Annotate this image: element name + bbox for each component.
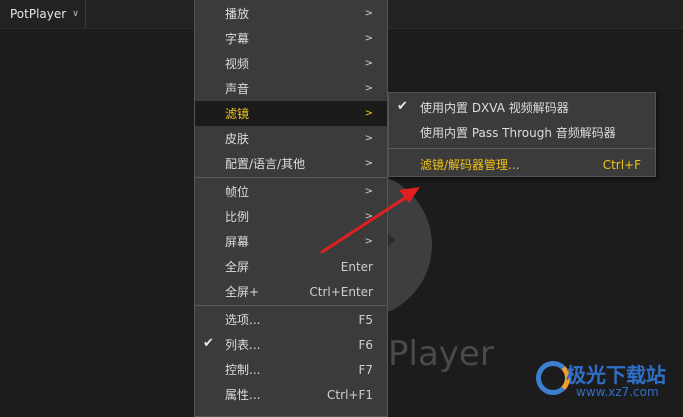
menu-item-audio[interactable]: 声音 >: [195, 76, 387, 101]
submenu-arrow-icon: >: [364, 236, 373, 247]
menu-item-label: 列表...: [225, 338, 261, 352]
app-title: PotPlayer: [10, 7, 67, 21]
menu-item-skin[interactable]: 皮肤 >: [195, 126, 387, 151]
menu-item-label: 字幕: [225, 32, 250, 46]
filter-submenu: ✔ 使用内置 DXVA 视频解码器 使用内置 Pass Through 音频解码…: [388, 92, 656, 177]
menu-item-label: 配置/语言/其他: [225, 157, 306, 171]
menu-item-playlist[interactable]: ✔ 列表... F6: [195, 332, 387, 357]
shortcut-label: Ctrl+F1: [327, 387, 373, 402]
submenu-arrow-icon: >: [364, 58, 373, 69]
menu-item-control[interactable]: 控制... F7: [195, 357, 387, 382]
menu-item-label: 皮肤: [225, 132, 250, 146]
swirl-logo-icon: [536, 361, 570, 395]
menu-item-label: 全屏+: [225, 285, 260, 299]
submenu-arrow-icon: >: [364, 186, 373, 197]
checkmark-icon: ✔: [397, 99, 408, 114]
menu-divider: [389, 148, 655, 149]
menu-item-video[interactable]: 视频 >: [195, 51, 387, 76]
menu-item-label: 比例: [225, 210, 250, 224]
checkmark-icon: ✔: [203, 336, 214, 351]
menu-item-play[interactable]: 播放 >: [195, 1, 387, 26]
site-watermark: 极光下载站 www.xz7.com: [536, 357, 676, 407]
menu-item-subtitle[interactable]: 字幕 >: [195, 26, 387, 51]
menu-item-label: 声音: [225, 82, 250, 96]
menu-divider: [195, 305, 387, 306]
menu-item-label: 选项...: [225, 313, 261, 327]
submenu-arrow-icon: >: [364, 133, 373, 144]
watermark-brand: 极光下载站: [566, 363, 666, 387]
shortcut-label: Enter: [340, 259, 373, 274]
chevron-down-icon: ∨: [72, 9, 79, 19]
menu-item-label: 播放: [225, 7, 250, 21]
menu-item-properties[interactable]: 属性... Ctrl+F1: [195, 382, 387, 407]
shortcut-label: Ctrl+Enter: [309, 284, 373, 299]
menu-item-label: 滤镜: [225, 107, 250, 121]
submenu-item-dxva[interactable]: ✔ 使用内置 DXVA 视频解码器: [389, 95, 655, 120]
shortcut-label: F5: [358, 312, 373, 327]
shortcut-label: F7: [358, 362, 373, 377]
logo-text: Player: [388, 334, 494, 374]
menu-item-ratio[interactable]: 比例 >: [195, 204, 387, 229]
menu-item-label: 全屏: [225, 260, 250, 274]
menu-item-config[interactable]: 配置/语言/其他 >: [195, 151, 387, 176]
menu-item-label: 视频: [225, 57, 250, 71]
submenu-arrow-icon: >: [364, 8, 373, 19]
menu-item-label: 屏幕: [225, 235, 250, 249]
submenu-arrow-icon: >: [364, 108, 373, 119]
app-menu-button[interactable]: PotPlayer ∨: [0, 0, 86, 28]
submenu-item-passthrough[interactable]: 使用内置 Pass Through 音频解码器: [389, 120, 655, 145]
submenu-item-filter-manager[interactable]: 滤镜/解码器管理... Ctrl+F: [389, 152, 655, 177]
menu-item-filter[interactable]: 滤镜 >: [195, 101, 387, 126]
menu-item-label: 使用内置 Pass Through 音频解码器: [420, 126, 616, 140]
submenu-arrow-icon: >: [364, 211, 373, 222]
shortcut-label: Ctrl+F: [602, 157, 641, 172]
menu-item-label: 帧位: [225, 185, 250, 199]
menu-item-fullscreen[interactable]: 全屏 Enter: [195, 254, 387, 279]
menu-divider: [195, 177, 387, 178]
menu-item-label: 属性...: [225, 388, 261, 402]
menu-item-label: 滤镜/解码器管理...: [420, 158, 520, 172]
menu-item-fullscreen-plus[interactable]: 全屏+ Ctrl+Enter: [195, 279, 387, 304]
menu-item-label: 控制...: [225, 363, 261, 377]
menu-item-options[interactable]: 选项... F5: [195, 307, 387, 332]
context-menu: 播放 > 字幕 > 视频 > 声音 > 滤镜 > 皮肤 > 配置/语言/其他 >…: [194, 0, 388, 417]
menu-item-screen[interactable]: 屏幕 >: [195, 229, 387, 254]
menu-item-label: 使用内置 DXVA 视频解码器: [420, 101, 569, 115]
shortcut-label: F6: [358, 337, 373, 352]
submenu-arrow-icon: >: [364, 83, 373, 94]
watermark-url: www.xz7.com: [576, 385, 659, 399]
menu-item-frame[interactable]: 帧位 >: [195, 179, 387, 204]
submenu-arrow-icon: >: [364, 33, 373, 44]
submenu-arrow-icon: >: [364, 158, 373, 169]
